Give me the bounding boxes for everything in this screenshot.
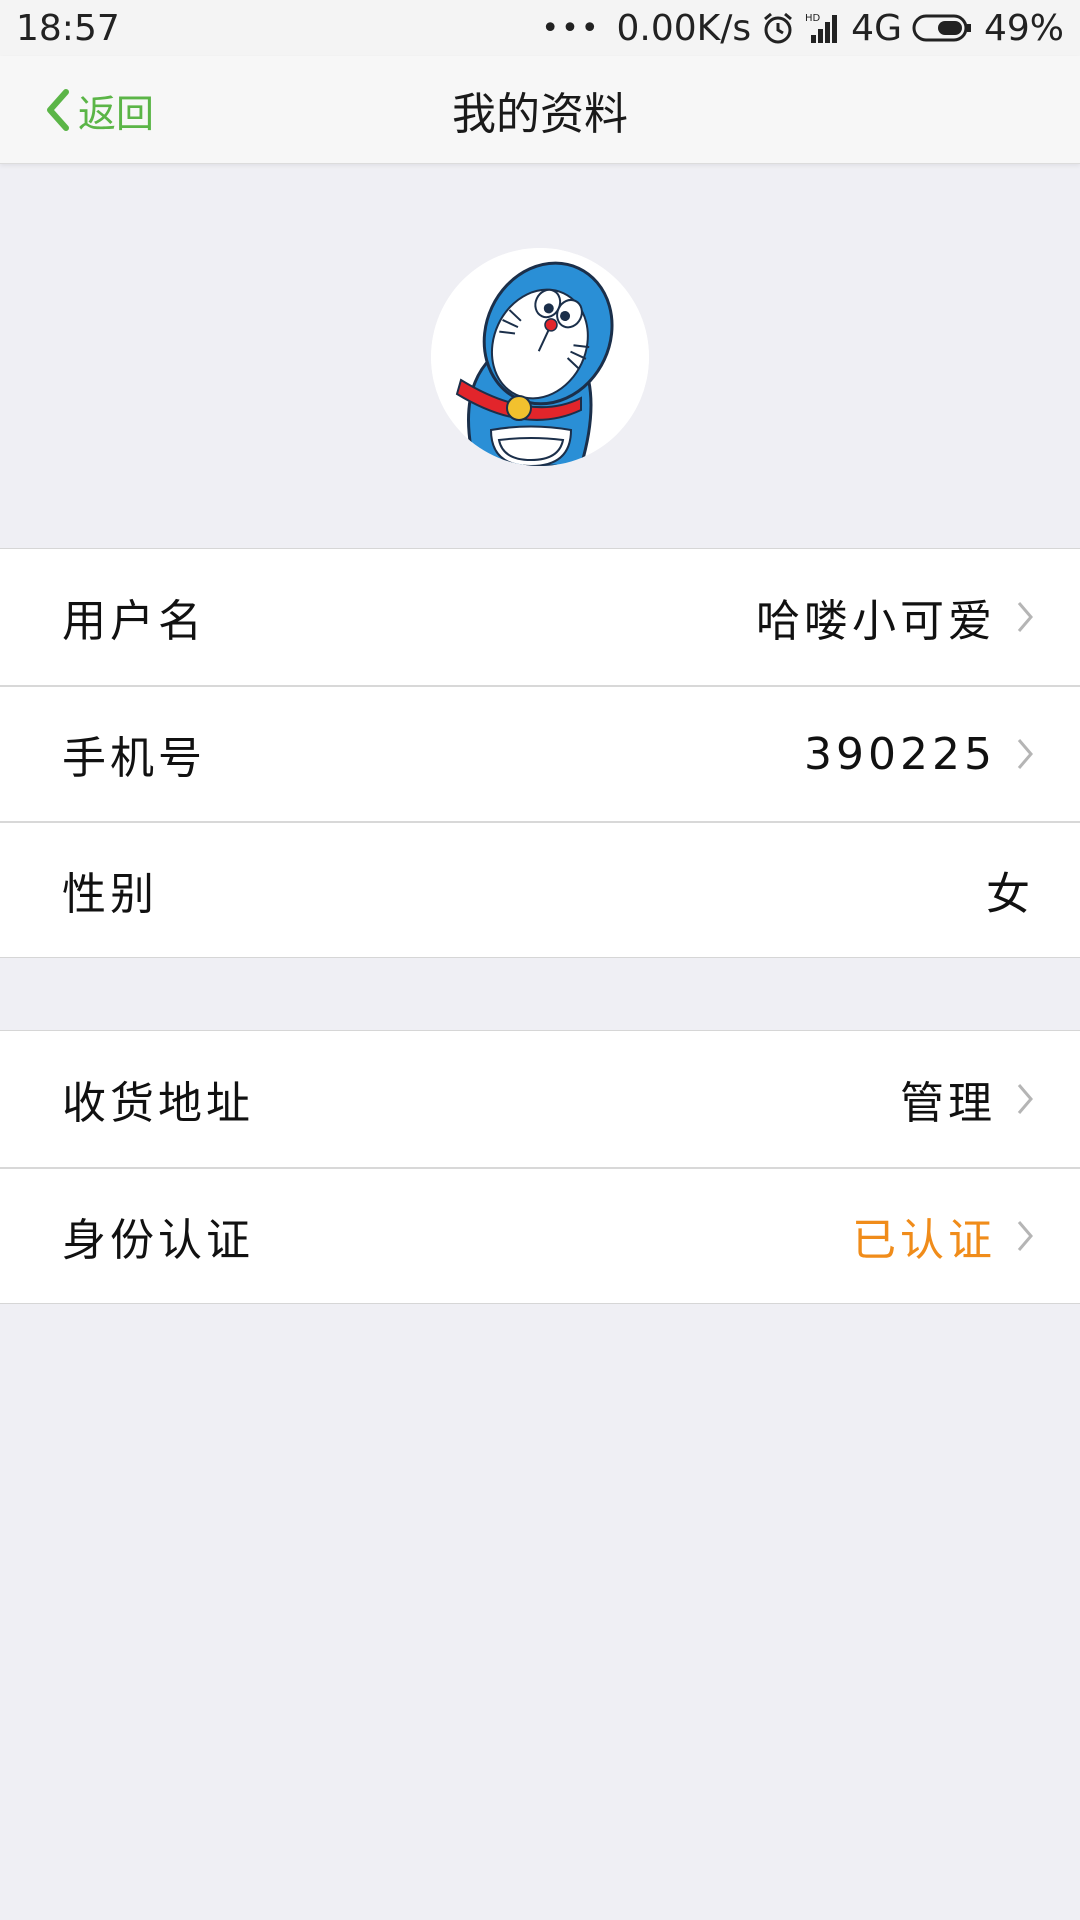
- shipping-address-row[interactable]: 收货地址 管理: [0, 1031, 1080, 1167]
- chevron-right-icon: [1016, 737, 1034, 771]
- username-row[interactable]: 用户名 哈喽小可爱: [0, 549, 1080, 685]
- shipping-address-label: 收货地址: [62, 1078, 254, 1129]
- gender-value: 女: [986, 869, 1034, 920]
- alarm-icon: [761, 11, 795, 45]
- identity-verification-label: 身份认证: [62, 1215, 254, 1266]
- network-speed: 0.00K/s: [616, 7, 752, 49]
- chevron-right-icon: [1016, 1082, 1034, 1116]
- network-type: 4G: [851, 7, 902, 49]
- chevron-right-icon: [1016, 600, 1034, 634]
- battery-percent: 49%: [983, 7, 1064, 49]
- page-title: 我的资料: [452, 89, 628, 140]
- doraemon-avatar-icon: [431, 248, 649, 466]
- phone-row[interactable]: 手机号 390225: [0, 685, 1080, 821]
- svg-text:HD: HD: [805, 13, 821, 24]
- username-label: 用户名: [62, 596, 206, 647]
- navigation-bar: 返回 我的资料: [0, 56, 1080, 164]
- phone-label: 手机号: [62, 733, 206, 784]
- gender-row[interactable]: 性别 女: [0, 821, 1080, 957]
- username-value: 哈喽小可爱: [756, 596, 996, 647]
- profile-info-list: 用户名 哈喽小可爱 手机号 390225 性别 女: [0, 548, 1080, 958]
- phone-value: 390225: [804, 728, 996, 780]
- more-dots-icon: •••: [541, 10, 601, 46]
- shipping-address-value: 管理: [900, 1078, 996, 1129]
- gender-label: 性别: [62, 869, 158, 920]
- identity-verification-row[interactable]: 身份认证 已认证: [0, 1167, 1080, 1303]
- account-settings-list: 收货地址 管理 身份认证 已认证: [0, 1030, 1080, 1304]
- battery-icon: [912, 13, 974, 43]
- avatar[interactable]: [431, 248, 649, 466]
- status-bar: 18:57 ••• 0.00K/s HD 4G 49%: [0, 0, 1080, 56]
- back-label: 返回: [78, 91, 155, 136]
- chevron-right-icon: [1016, 1219, 1034, 1253]
- signal-icon: HD: [805, 11, 841, 45]
- status-time: 18:57: [16, 7, 120, 49]
- verification-status-badge: 已认证: [852, 1215, 996, 1266]
- back-button[interactable]: 返回: [44, 56, 154, 164]
- chevron-left-icon: [44, 88, 72, 132]
